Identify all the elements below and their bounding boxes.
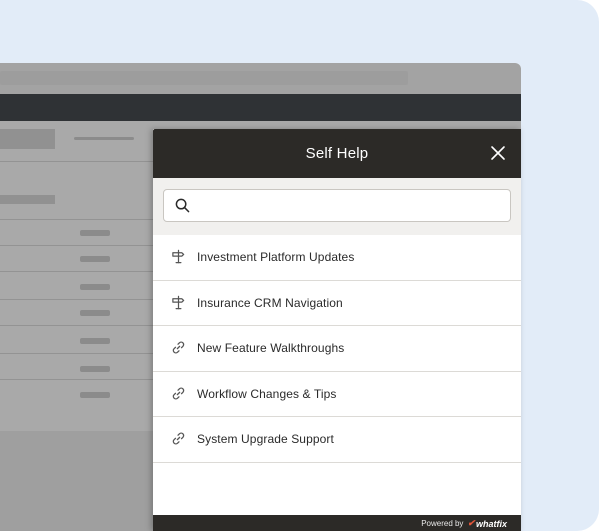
list-item-new-feature-walkthroughs[interactable]: New Feature Walkthroughs [153,326,521,372]
list-item-label: New Feature Walkthroughs [197,341,345,355]
panel-footer: Powered by ✔ whatfix [153,515,521,531]
powered-by[interactable]: Powered by ✔ whatfix [421,518,507,529]
list-item-label: System Upgrade Support [197,432,334,446]
panel-header: Self Help [153,129,521,178]
brand-name: whatfix [475,518,507,529]
list-item-workflow-changes-tips[interactable]: Workflow Changes & Tips [153,372,521,417]
panel-title: Self Help [305,145,369,162]
search-box[interactable] [163,189,511,222]
whatfix-logo: ✔ whatfix [467,518,507,529]
help-list: Investment Platform Updates Insurance CR… [153,235,521,463]
list-item-label: Investment Platform Updates [197,250,355,264]
search-input[interactable] [200,190,500,220]
search-icon [175,198,190,213]
list-item-insurance-crm-navigation[interactable]: Insurance CRM Navigation [153,281,521,326]
list-item-label: Insurance CRM Navigation [197,295,343,310]
close-icon [491,146,505,160]
list-item-label: Workflow Changes & Tips [197,386,337,401]
link-icon [172,432,185,445]
list-item-system-upgrade-support[interactable]: System Upgrade Support [153,417,521,463]
signpost-icon [172,295,185,309]
page-background: Self Help Investment Platform Updates In… [0,0,599,531]
search-area [153,178,521,235]
whatfix-mark-icon: ✔ [467,518,475,528]
powered-by-text: Powered by [421,519,464,528]
link-icon [172,387,185,399]
link-icon [172,341,185,354]
list-item-investment-platform-updates[interactable]: Investment Platform Updates [153,235,521,281]
self-help-panel: Self Help Investment Platform Updates In… [153,129,521,531]
close-button[interactable] [489,144,507,162]
signpost-icon [172,249,185,264]
